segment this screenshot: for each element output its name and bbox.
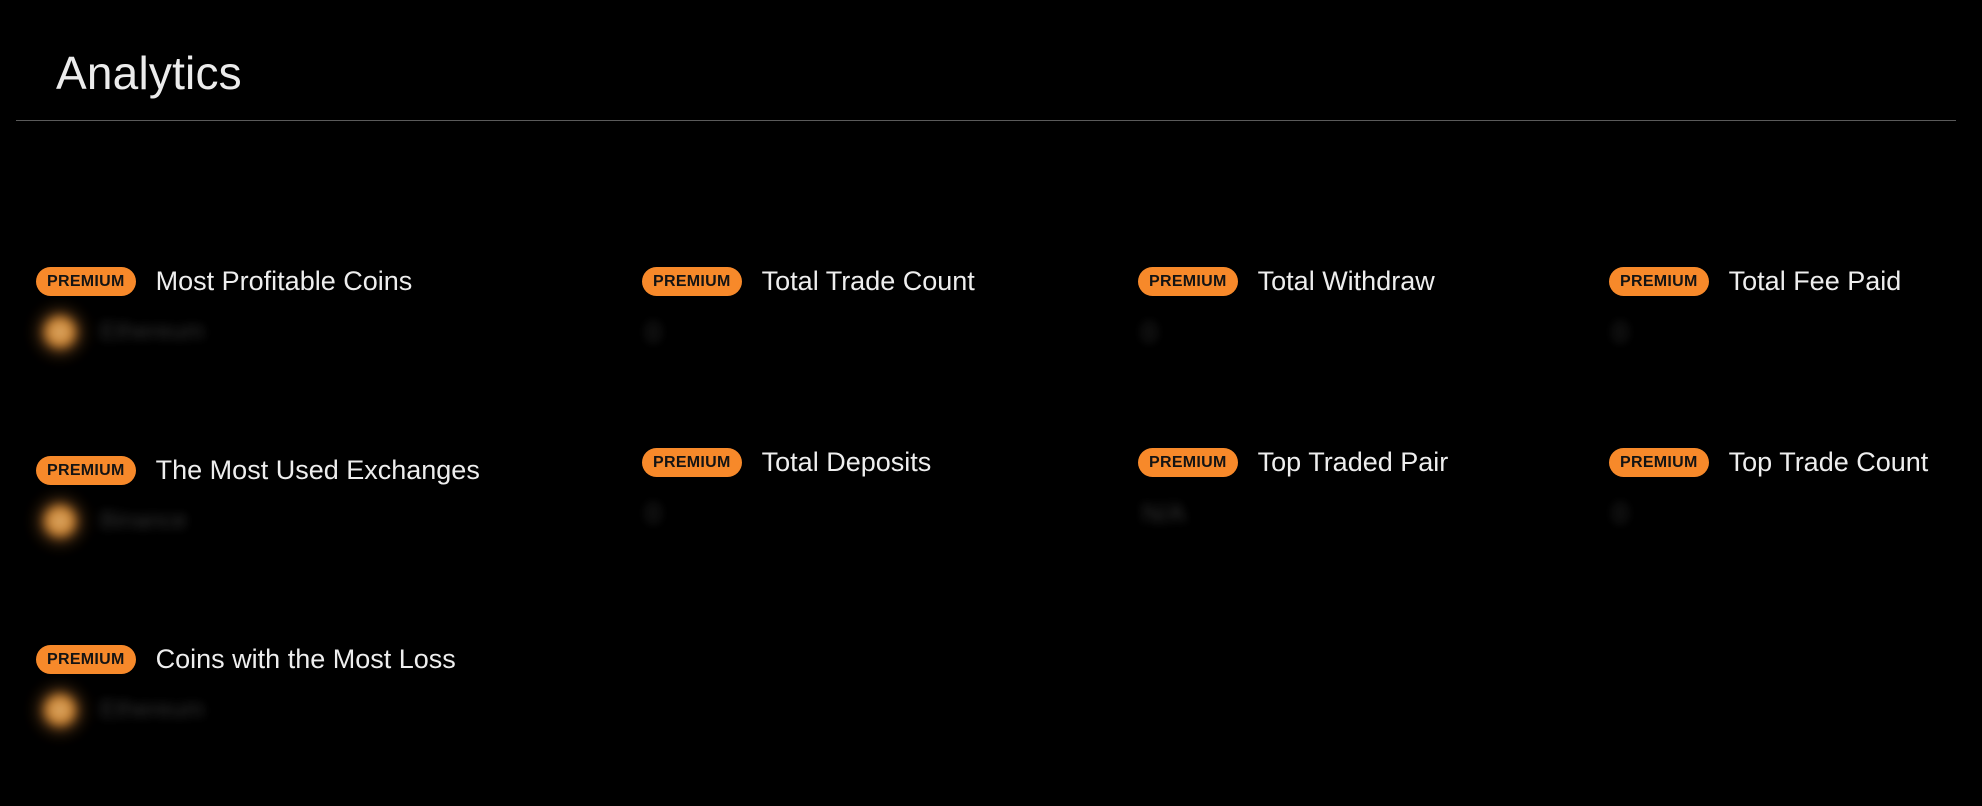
premium-badge: PREMIUM [1138,447,1238,477]
card-title: Total Trade Count [761,265,975,296]
card-title: Total Deposits [761,446,932,477]
card-title: The Most Used Exchanges [155,454,480,485]
card-value: 0 [646,497,661,528]
coin-icon [44,694,76,726]
card-total-trade-count[interactable]: PREMIUM Total Trade Count 0 [642,261,975,350]
header-divider [16,120,1956,121]
premium-badge: PREMIUM [642,447,742,477]
card-top-trade-count[interactable]: PREMIUM Top Trade Count 0 [1609,442,1928,531]
card-total-deposits[interactable]: PREMIUM Total Deposits 0 [642,442,931,531]
card-value: 0 [1142,316,1157,347]
card-value: 0 [646,316,661,347]
card-title: Most Profitable Coins [155,265,413,296]
analytics-page: Analytics PREMIUM Most Profitable Coins … [0,0,1982,806]
card-top-traded-pair[interactable]: PREMIUM Top Traded Pair N/A [1138,442,1448,531]
card-title: Top Trade Count [1728,446,1929,477]
card-title: Total Withdraw [1257,265,1435,296]
card-title: Total Fee Paid [1728,265,1902,296]
premium-badge: PREMIUM [1138,266,1238,296]
card-value: Ethereum [100,318,205,345]
premium-badge: PREMIUM [1609,447,1709,477]
card-total-fee-paid[interactable]: PREMIUM Total Fee Paid 0 [1609,261,1901,350]
premium-badge: PREMIUM [36,644,136,674]
premium-badge: PREMIUM [36,455,136,485]
page-title: Analytics [56,47,242,99]
card-value: 0 [1613,497,1628,528]
exchange-icon [44,505,76,537]
card-most-profitable-coins[interactable]: PREMIUM Most Profitable Coins Ethereum [36,261,412,350]
card-value: N/A [1142,497,1186,528]
card-most-used-exchanges[interactable]: PREMIUM The Most Used Exchanges Binance [36,450,480,539]
card-title: Top Traded Pair [1257,446,1449,477]
premium-badge: PREMIUM [36,266,136,296]
card-title: Coins with the Most Loss [155,643,456,674]
card-value: Binance [100,507,187,534]
premium-badge: PREMIUM [1609,266,1709,296]
card-value: Ethereum [100,696,205,723]
premium-badge: PREMIUM [642,266,742,296]
card-total-withdraw[interactable]: PREMIUM Total Withdraw 0 [1138,261,1435,350]
coin-icon [44,316,76,348]
card-coins-most-loss[interactable]: PREMIUM Coins with the Most Loss Ethereu… [36,639,456,728]
card-value: 0 [1613,316,1628,347]
